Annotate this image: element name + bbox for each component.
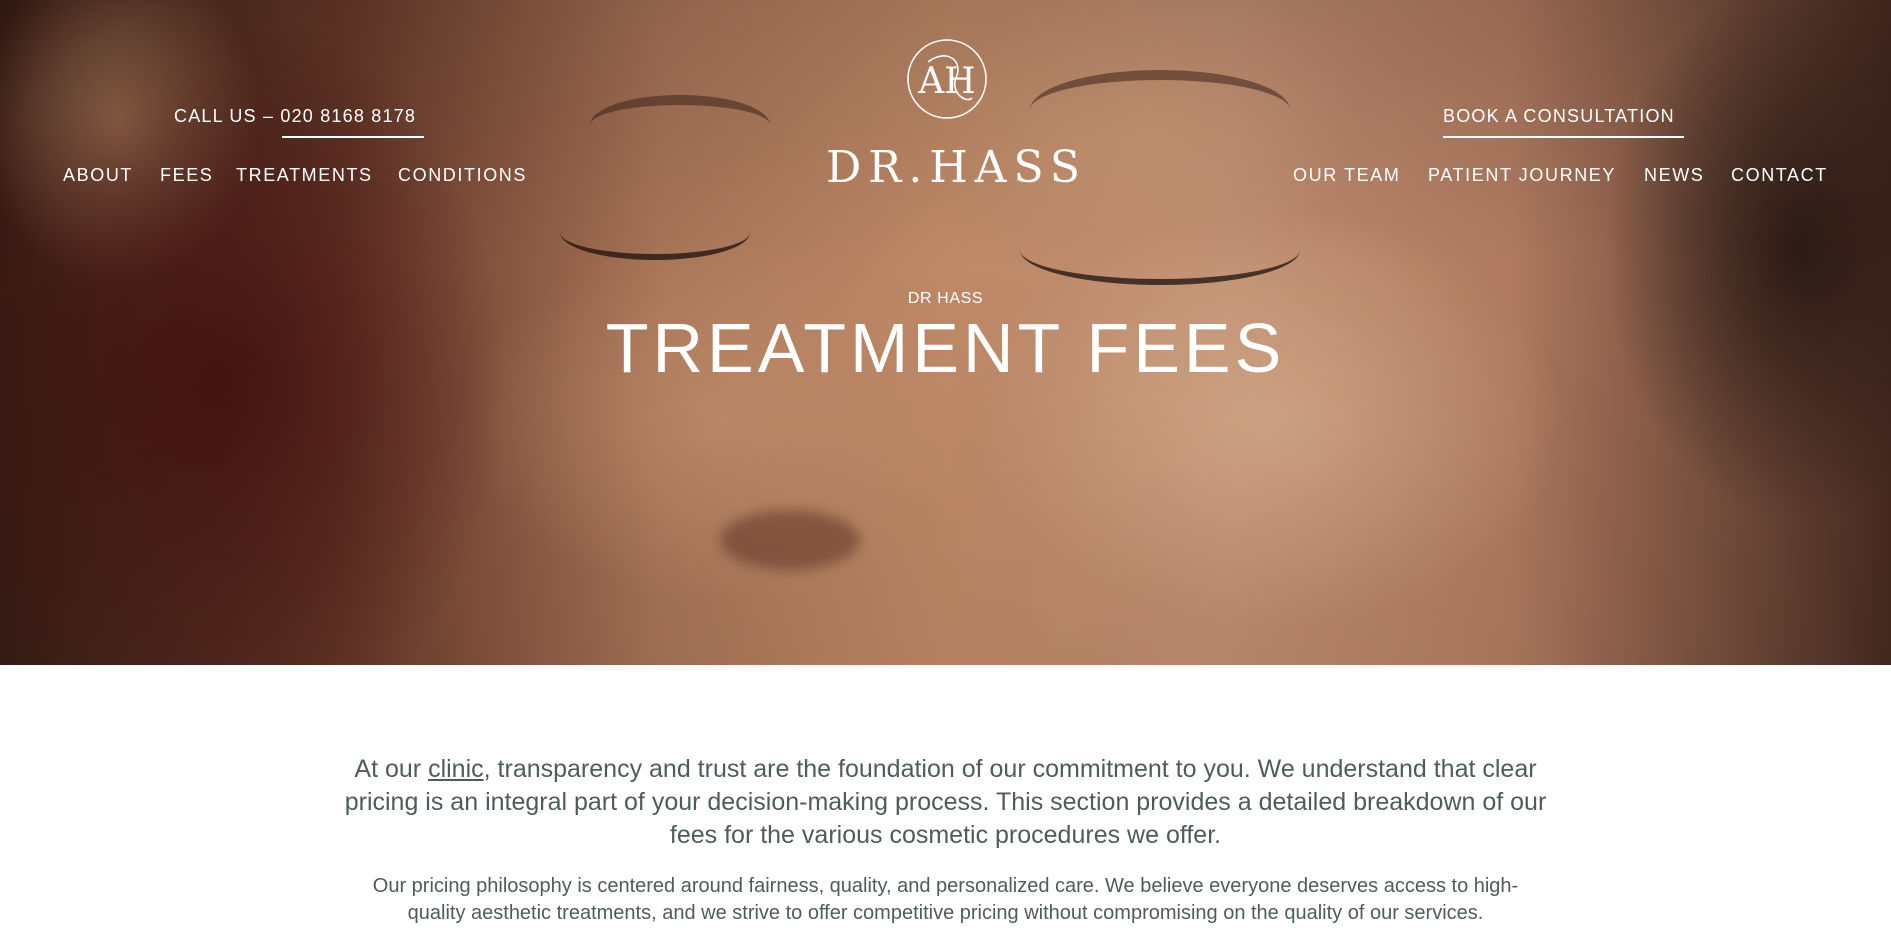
nav-contact[interactable]: CONTACT bbox=[1731, 165, 1828, 186]
nav-patient-journey[interactable]: PATIENT JOURNEY bbox=[1428, 165, 1616, 186]
call-us-underline bbox=[282, 136, 424, 138]
logo-monogram-text: AH bbox=[917, 61, 975, 102]
nav-about[interactable]: ABOUT bbox=[63, 165, 133, 186]
nav-conditions[interactable]: CONDITIONS bbox=[398, 165, 527, 186]
nav-treatments[interactable]: TREATMENTS bbox=[236, 165, 373, 186]
page-title: TREATMENT FEES bbox=[605, 309, 1286, 387]
intro-section: At our clinic, transparency and trust ar… bbox=[0, 665, 1891, 935]
intro-lead-suffix: , transparency and trust are the foundat… bbox=[344, 755, 1547, 849]
call-us-link[interactable]: CALL US – 020 8168 8178 bbox=[174, 106, 416, 127]
hero-image-nostril bbox=[720, 510, 860, 570]
nav-news[interactable]: NEWS bbox=[1644, 165, 1704, 186]
logo-wordmark[interactable]: DR.HASS bbox=[826, 142, 1080, 193]
intro-body-paragraph: Our pricing philosophy is centered aroun… bbox=[372, 875, 1519, 924]
intro-lead-paragraph: At our clinic, transparency and trust ar… bbox=[340, 753, 1551, 852]
book-consultation-button[interactable]: BOOK A CONSULTATION bbox=[1443, 106, 1675, 127]
hero-image-brow-right bbox=[1030, 70, 1290, 150]
hero-image-eye-right bbox=[1020, 215, 1300, 285]
hero-image-brow-left bbox=[590, 95, 770, 155]
hero-eyebrow: DR HASS bbox=[907, 290, 984, 307]
hero-image-eye-left bbox=[560, 205, 750, 260]
nav-fees[interactable]: FEES bbox=[160, 165, 213, 186]
clinic-link[interactable]: clinic bbox=[428, 755, 484, 783]
book-consultation-underline bbox=[1443, 136, 1684, 138]
intro-lead-prefix: At our bbox=[354, 755, 429, 783]
nav-our-team[interactable]: OUR TEAM bbox=[1293, 165, 1400, 186]
logo-monogram-icon[interactable]: AH bbox=[906, 38, 988, 120]
hero-banner: CALL US – 020 8168 8178 BOOK A CONSULTAT… bbox=[0, 0, 1891, 665]
